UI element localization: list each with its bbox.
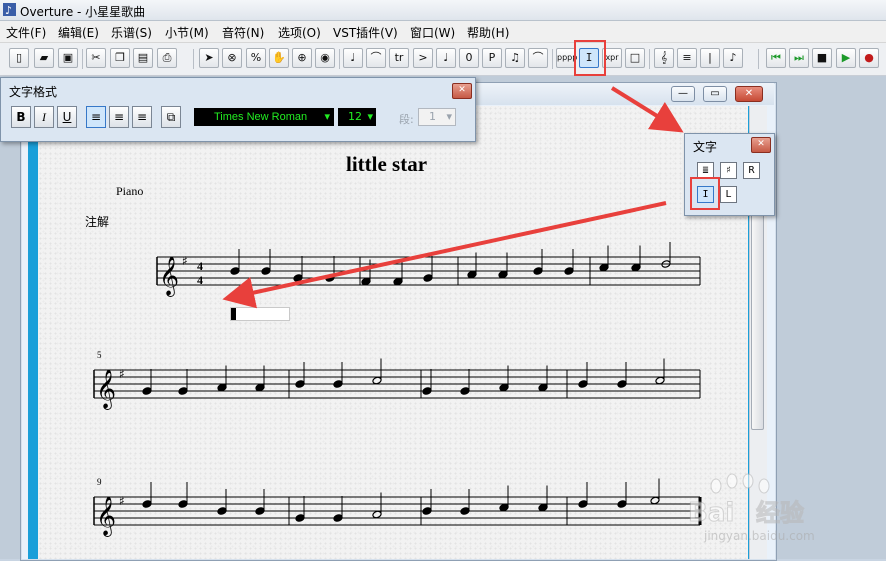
watermark-url: jingyan.baidu.com xyxy=(703,529,815,543)
watermark-cn: 经验 xyxy=(756,499,804,527)
baidu-watermark: Bai 经验 jingyan.baidu.com xyxy=(688,473,815,543)
arrow-to-text-palette xyxy=(610,86,684,133)
arrow-to-text-box xyxy=(222,201,667,309)
watermark-brand: Bai xyxy=(688,498,734,528)
